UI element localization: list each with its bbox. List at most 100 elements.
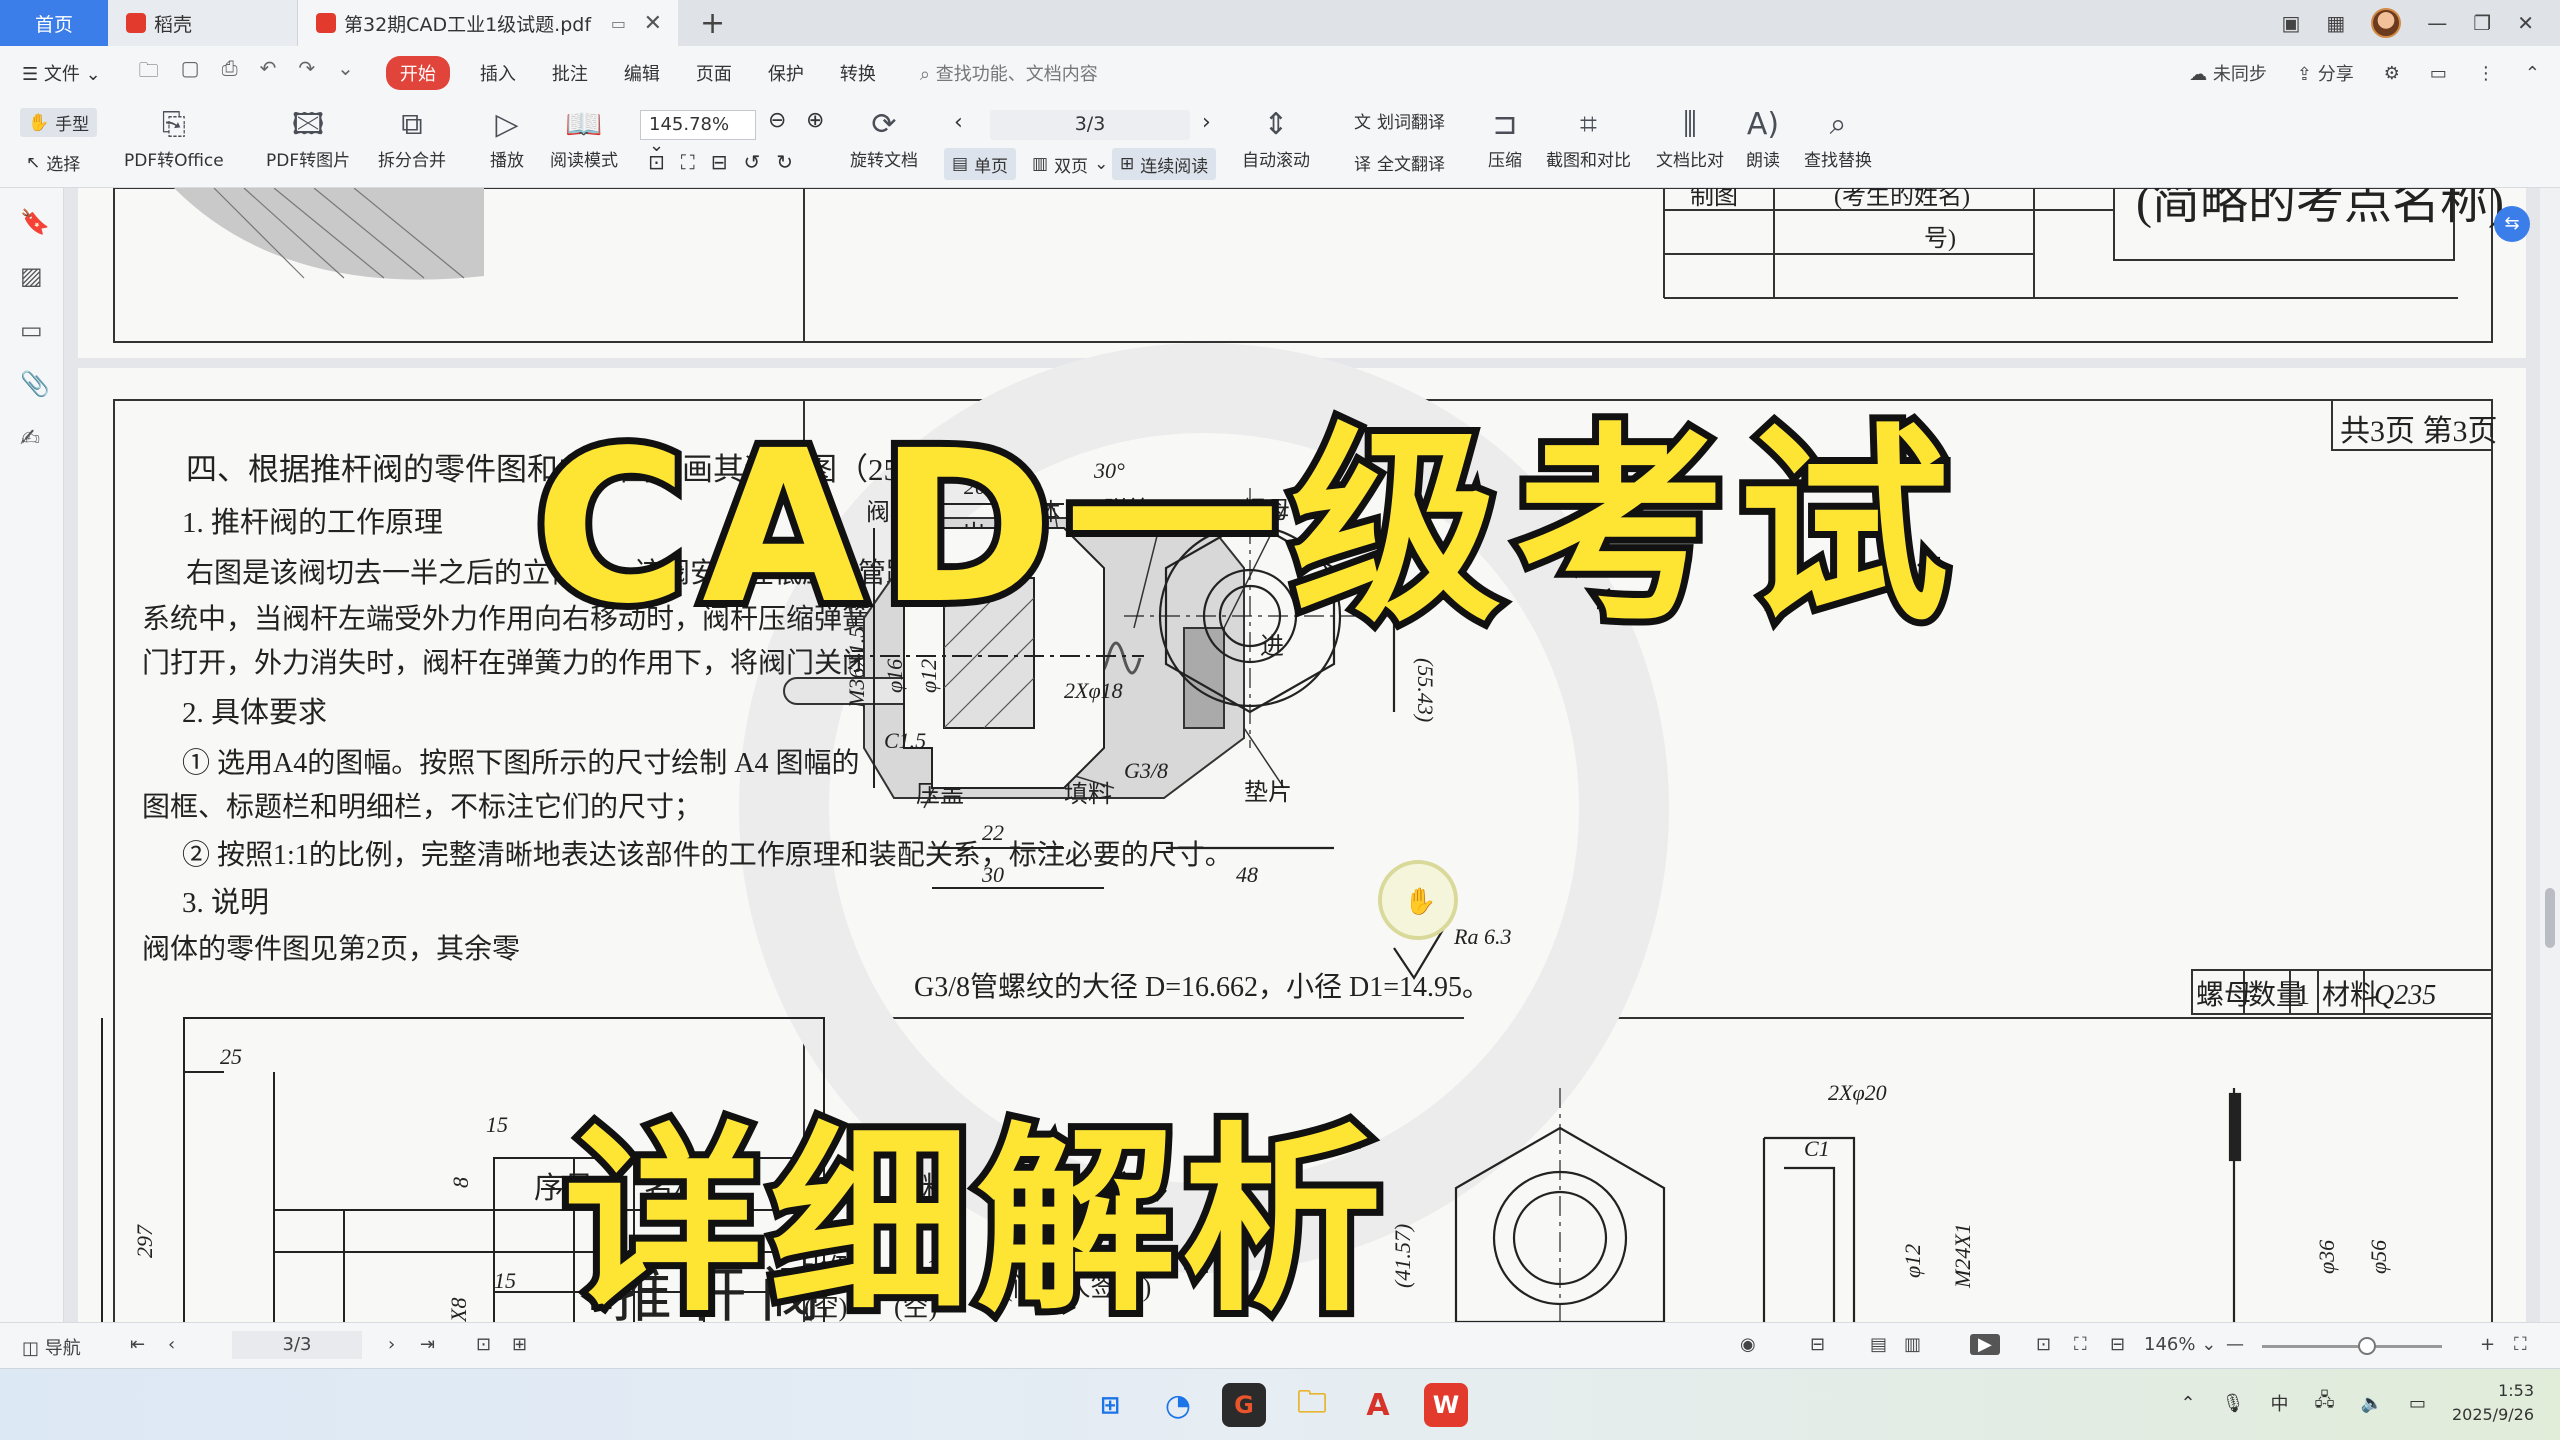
fit-page-icon[interactable]: ⛶ xyxy=(681,150,695,174)
status-fit-page-icon[interactable]: ⛶ xyxy=(2074,1334,2087,1355)
windows-start-icon[interactable]: ⊞ xyxy=(1088,1383,1132,1427)
save-icon[interactable]: ▢ xyxy=(181,56,200,90)
floating-translate-icon[interactable]: ⇆ xyxy=(2494,206,2530,242)
file-explorer-icon[interactable]: 🗀 xyxy=(1290,1383,1334,1427)
settings-icon[interactable]: ⚙ xyxy=(2384,63,2400,84)
battery-icon[interactable]: ▭ xyxy=(2409,1393,2426,1414)
share-button[interactable]: ⇪ 分享 xyxy=(2297,60,2354,86)
print-icon[interactable]: ⎙ xyxy=(222,56,238,90)
volume-icon[interactable]: 🔈 xyxy=(2361,1393,2383,1414)
eye-protect-icon[interactable]: ◉ xyxy=(1740,1334,1756,1355)
pdf-to-office-button[interactable]: ⎘ PDF转Office xyxy=(124,104,224,171)
scrollbar-thumb[interactable] xyxy=(2545,888,2555,948)
double-page-button[interactable]: ▥ 双页 ⌄ xyxy=(1024,148,1116,180)
menu-start[interactable]: 开始 xyxy=(385,56,450,90)
auto-scroll-button[interactable]: ⇕ 自动滚动 xyxy=(1242,104,1310,171)
avatar[interactable] xyxy=(2371,8,2402,38)
continuous-read-button[interactable]: ⊞ 连续阅读 xyxy=(1112,148,1217,180)
status-fit-width-icon[interactable]: ⊟ xyxy=(2110,1334,2125,1355)
zoom-select[interactable]: 145.78% ⌄ xyxy=(640,110,756,156)
read-mode-button[interactable]: 📖 阅读模式 xyxy=(550,104,618,171)
compress-button[interactable]: ⊐ 压缩 xyxy=(1488,104,1522,171)
forward-view-icon[interactable]: ⊞ xyxy=(512,1334,527,1355)
select-tool-button[interactable]: ↖ 选择 xyxy=(26,150,80,176)
status-double-icon[interactable]: ▥ xyxy=(1904,1334,1921,1355)
rotate-doc-button[interactable]: ⟳ 旋转文档 xyxy=(850,104,918,171)
sync-status[interactable]: ☁ 未同步 xyxy=(2189,60,2267,86)
status-play-icon[interactable]: ▶ xyxy=(1970,1334,2000,1355)
tab-home[interactable]: 首页 xyxy=(0,0,108,46)
split-merge-button[interactable]: ⧉ 拆分合并 xyxy=(378,104,446,171)
tab-docer[interactable]: 稻壳 xyxy=(108,0,298,46)
status-continuous-icon[interactable]: ⊟ xyxy=(1810,1334,1825,1355)
window-close-icon[interactable]: ✕ xyxy=(2517,11,2534,35)
pdf-to-image-button[interactable]: 🖾 PDF转图片 xyxy=(266,104,350,171)
microphone-icon[interactable]: 🎙 xyxy=(2222,1393,2245,1414)
zoom-out-icon[interactable]: ⊖ xyxy=(768,108,786,133)
status-prev-page-icon[interactable]: ‹ xyxy=(168,1334,175,1355)
nav-toggle[interactable]: ◫ 导航 xyxy=(22,1334,81,1360)
attachment-icon[interactable]: 📎 xyxy=(20,370,50,398)
menu-protect[interactable]: 保护 xyxy=(750,60,822,86)
status-single-icon[interactable]: ▤ xyxy=(1870,1334,1887,1355)
quick-more-icon[interactable]: ⌄ xyxy=(337,56,354,90)
status-zoom-select[interactable]: 146% ⌄ xyxy=(2144,1334,2216,1355)
rotate-left-icon[interactable]: ↺ xyxy=(744,150,761,174)
last-page-icon[interactable]: ⇥ xyxy=(420,1334,435,1355)
message-icon[interactable]: ▭ xyxy=(2430,63,2447,84)
tray-expand-icon[interactable]: ⌃ xyxy=(2180,1393,2195,1414)
clock[interactable]: 1:53 2025/9/26 xyxy=(2452,1379,2534,1427)
menu-convert[interactable]: 转换 xyxy=(822,60,894,86)
tab-active-file[interactable]: 第32期CAD工业1级试题.pdf ▭ ✕ xyxy=(298,0,678,46)
tab-close-icon[interactable]: ✕ xyxy=(644,11,662,36)
zoom-slider[interactable] xyxy=(2262,1337,2442,1355)
screenshot-compare-button[interactable]: ⌗ 截图和对比 xyxy=(1546,104,1631,171)
vertical-scrollbar[interactable] xyxy=(2540,188,2560,1322)
read-aloud-button[interactable]: A) 朗读 xyxy=(1746,104,1780,171)
autocad-icon[interactable]: A xyxy=(1356,1383,1400,1427)
menu-file[interactable]: ☰ 文件 ⌄ xyxy=(0,60,119,86)
restore-icon[interactable]: ❐ xyxy=(2473,11,2491,35)
back-view-icon[interactable]: ⊡ xyxy=(476,1334,491,1355)
menu-page[interactable]: 页面 xyxy=(678,60,750,86)
first-page-icon[interactable]: ⇤ xyxy=(130,1334,145,1355)
single-page-button[interactable]: ▤ 单页 xyxy=(944,148,1017,180)
network-icon[interactable]: 🖧 xyxy=(2314,1388,2334,1418)
function-search[interactable]: ⌕ 查找功能、文档内容 xyxy=(920,60,1098,86)
input-lang[interactable]: 中 xyxy=(2270,1390,2288,1416)
collapse-ribbon-icon[interactable]: ⌃ xyxy=(2525,63,2540,84)
more-icon[interactable]: ⋮ xyxy=(2477,63,2495,84)
page-indicator-input[interactable]: 3/3 xyxy=(990,110,1190,140)
play-button[interactable]: ▷ 播放 xyxy=(490,104,524,171)
capcut-icon[interactable]: G xyxy=(1222,1383,1266,1427)
bookmark-icon[interactable]: 🔖 xyxy=(20,208,50,236)
redo-icon[interactable]: ↷ xyxy=(298,56,315,90)
layout-icon[interactable]: ▣ xyxy=(2281,11,2300,35)
menu-annotate[interactable]: 批注 xyxy=(534,60,606,86)
new-tab-button[interactable]: + xyxy=(678,0,747,46)
menu-edit[interactable]: 编辑 xyxy=(606,60,678,86)
minimize-icon[interactable]: — xyxy=(2427,11,2447,35)
next-page-icon[interactable]: › xyxy=(1202,110,1211,135)
document-view[interactable]: 制图 (考生的姓名) 号) (简略的考点名称) 共3页 第3页 四、根据推杆阀的… xyxy=(64,188,2540,1322)
word-translate-button[interactable]: 文划词翻译 xyxy=(1354,108,1445,133)
actual-size-icon[interactable]: ⊡ xyxy=(648,150,665,174)
edge-browser-icon[interactable]: ◔ xyxy=(1156,1383,1200,1427)
open-folder-icon[interactable]: 🗀 xyxy=(139,56,159,90)
status-next-page-icon[interactable]: › xyxy=(388,1334,395,1355)
zoom-slider-knob[interactable] xyxy=(2358,1337,2376,1355)
full-translate-button[interactable]: 译全文翻译 xyxy=(1354,150,1445,175)
signature-icon[interactable]: ✍ xyxy=(20,424,40,452)
tab-pin-icon[interactable]: ▭ xyxy=(611,14,626,33)
fit-width-icon[interactable]: ⊟ xyxy=(711,150,728,174)
zoom-in-icon[interactable]: ⊕ xyxy=(806,108,824,133)
grid-apps-icon[interactable]: ▦ xyxy=(2326,11,2345,35)
comment-icon[interactable]: ▭ xyxy=(20,316,43,344)
thumbnail-icon[interactable]: ▨ xyxy=(20,262,43,290)
prev-page-icon[interactable]: ‹ xyxy=(954,110,963,135)
hand-tool-button[interactable]: ✋ 手型 xyxy=(20,108,98,137)
wps-office-icon[interactable]: W xyxy=(1424,1383,1468,1427)
find-replace-button[interactable]: ⌕ 查找替换 xyxy=(1804,104,1872,171)
status-actual-size-icon[interactable]: ⊡ xyxy=(2036,1334,2051,1355)
fullscreen-icon[interactable]: ⛶ xyxy=(2514,1334,2527,1355)
